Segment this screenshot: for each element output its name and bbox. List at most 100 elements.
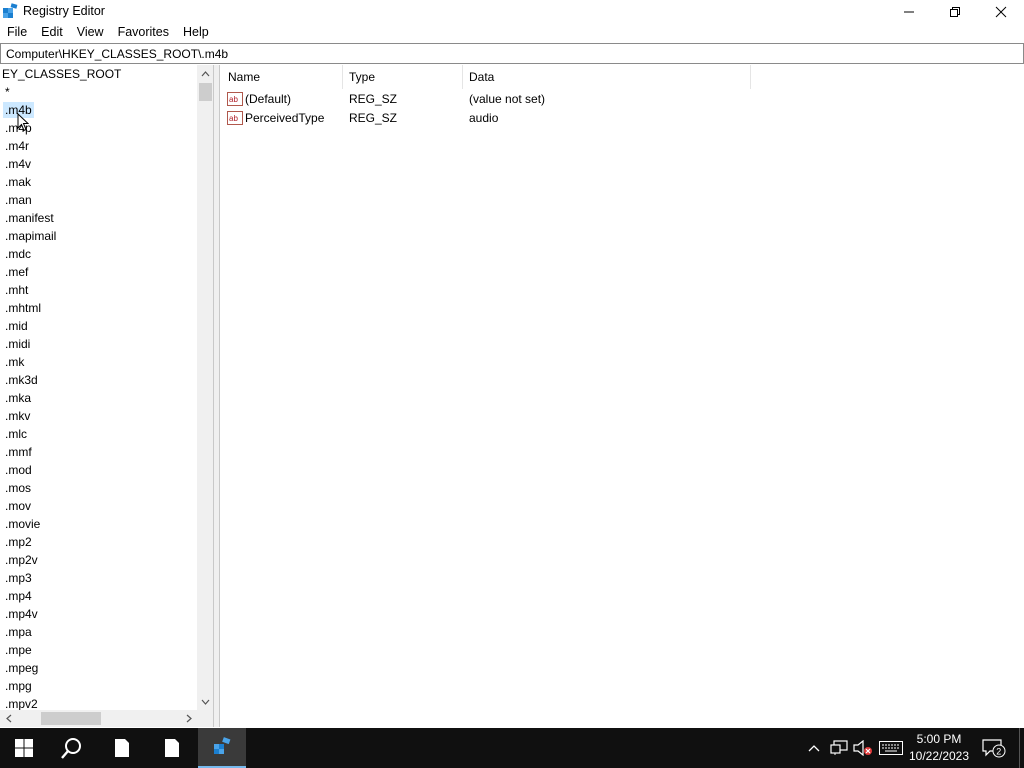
tree-key-label: .mpeg — [5, 661, 39, 675]
tree-key-item[interactable]: .mk3d — [3, 371, 40, 389]
tree-key-item[interactable]: .mp4v — [3, 605, 40, 623]
restore-button[interactable] — [932, 0, 978, 23]
tree-key-label: .mp2 — [5, 535, 32, 549]
tree-key-label: .mht — [5, 283, 29, 297]
svg-text:ab: ab — [229, 95, 238, 104]
column-header-data[interactable]: Data — [463, 65, 751, 89]
registry-editor-icon — [214, 737, 231, 754]
menu-edit[interactable]: Edit — [34, 23, 70, 42]
taskbar-registry-editor[interactable] — [198, 728, 246, 768]
scroll-right-button[interactable] — [180, 710, 197, 727]
scroll-up-button[interactable] — [197, 65, 213, 82]
values-pane[interactable]: Name Type Data ab (Default) REG_SZ (valu… — [219, 65, 1024, 727]
title-bar[interactable]: Registry Editor — [0, 0, 1024, 23]
tree-key-item[interactable]: * — [3, 83, 12, 101]
tree-key-label: .mos — [5, 481, 32, 495]
tree-key-label: .mpv2 — [5, 697, 38, 710]
notification-count: 2 — [996, 747, 1001, 757]
scroll-thumb-vertical[interactable] — [199, 83, 212, 101]
touch-keyboard-button[interactable] — [878, 728, 904, 768]
tree-key-item[interactable]: .mpv2 — [3, 695, 40, 710]
minimize-button[interactable] — [886, 0, 932, 23]
value-row[interactable]: ab PerceivedType REG_SZ audio — [220, 109, 1024, 128]
keyboard-icon — [879, 741, 903, 755]
tree-key-item[interactable]: .movie — [3, 515, 42, 533]
tree-key-item[interactable]: .mp3 — [3, 569, 34, 587]
tree-key-item[interactable]: .mef — [3, 263, 30, 281]
tree-key-label: .mp4v — [5, 607, 38, 621]
taskbar-file-app[interactable] — [98, 728, 146, 768]
tree-key-label: .mapimail — [5, 229, 57, 243]
tree-key-item[interactable]: .mkv — [3, 407, 32, 425]
tree-key-item[interactable]: .mpe — [3, 641, 34, 659]
tree-horizontal-scrollbar[interactable] — [0, 710, 197, 727]
window-title: Registry Editor — [23, 4, 105, 18]
tree-key-label: .mod — [5, 463, 32, 477]
tree-key-item[interactable]: .mhtml — [3, 299, 43, 317]
show-hidden-icons-button[interactable] — [804, 728, 824, 768]
address-bar[interactable]: Computer\HKEY_CLASSES_ROOT\.m4b — [0, 43, 1024, 64]
volume-tray-button[interactable] — [852, 728, 874, 768]
close-button[interactable] — [978, 0, 1024, 23]
tree-key-item[interactable]: .mpg — [3, 677, 34, 695]
scroll-down-button[interactable] — [197, 693, 213, 710]
tree-key-item[interactable]: .man — [3, 191, 34, 209]
chevron-right-icon — [186, 714, 192, 723]
menu-favorites[interactable]: Favorites — [111, 23, 176, 42]
tree-key-item[interactable]: .mod — [3, 461, 34, 479]
tree-key-item[interactable]: .mapimail — [3, 227, 58, 245]
taskbar-file-app[interactable] — [148, 728, 196, 768]
start-button[interactable] — [0, 728, 48, 768]
tree-key-item[interactable]: .mmf — [3, 443, 34, 461]
network-tray-button[interactable] — [828, 728, 850, 768]
search-button[interactable] — [48, 728, 96, 768]
value-row[interactable]: ab (Default) REG_SZ (value not set) — [220, 90, 1024, 109]
tree-key-item[interactable]: .mp4 — [3, 587, 34, 605]
tree-key-item[interactable]: .mp2 — [3, 533, 34, 551]
tree-key-item[interactable]: .mlc — [3, 425, 29, 443]
notification-icon: 2 — [982, 739, 1006, 758]
tree-key-item[interactable]: .m4r — [3, 137, 31, 155]
tree-vertical-scrollbar[interactable] — [197, 65, 213, 710]
key-tree[interactable]: EY_CLASSES_ROOT * .m4b .m4p .m4r .m4v .mak .ma… — [0, 65, 197, 710]
tree-key-item[interactable]: .midi — [3, 335, 32, 353]
string-value-icon: ab — [227, 111, 243, 125]
tree-key-item[interactable]: .mpa — [3, 623, 34, 641]
tree-key-item[interactable]: .mov — [3, 497, 33, 515]
menu-help[interactable]: Help — [176, 23, 216, 42]
value-data: audio — [469, 111, 499, 125]
taskbar-clock[interactable]: 5:00 PM 10/22/2023 — [906, 731, 972, 765]
menu-view[interactable]: View — [70, 23, 111, 42]
tree-key-label: .mmf — [5, 445, 32, 459]
tree-key-item[interactable]: .manifest — [3, 209, 56, 227]
menu-file[interactable]: File — [0, 23, 34, 42]
tree-key-item[interactable]: .mos — [3, 479, 33, 497]
show-desktop-button[interactable] — [1019, 728, 1024, 768]
value-type: REG_SZ — [349, 111, 398, 125]
tree-key-item[interactable]: .mid — [3, 317, 30, 335]
action-center-button[interactable]: 2 — [980, 728, 1008, 768]
document-icon — [165, 739, 179, 757]
tree-key-label: .mlc — [5, 427, 27, 441]
tree-key-item[interactable]: .mht — [3, 281, 30, 299]
tree-key-item[interactable]: .mka — [3, 389, 33, 407]
tree-key-item[interactable]: .mk — [3, 353, 26, 371]
tree-key-label: .mef — [5, 265, 29, 279]
tree-key-label: .mak — [5, 175, 32, 189]
column-header-name[interactable]: Name — [220, 65, 343, 89]
svg-text:ab: ab — [229, 114, 238, 123]
column-header-type[interactable]: Type — [343, 65, 463, 89]
clock-date: 10/22/2023 — [908, 749, 970, 763]
scroll-thumb-horizontal[interactable] — [41, 712, 101, 725]
tree-root-key[interactable]: EY_CLASSES_ROOT — [0, 65, 123, 83]
windows-logo-icon — [15, 739, 33, 757]
tree-key-item[interactable]: .mak — [3, 173, 33, 191]
tree-key-item[interactable]: .mp2v — [3, 551, 40, 569]
tree-key-item[interactable]: .mpeg — [3, 659, 40, 677]
tree-key-item[interactable]: .m4v — [3, 155, 33, 173]
restore-icon — [950, 6, 960, 17]
key-tree-pane[interactable]: EY_CLASSES_ROOT * .m4b .m4p .m4r .m4v .mak .ma… — [0, 65, 214, 727]
tree-key-label: .mhtml — [5, 301, 41, 315]
tree-key-item[interactable]: .mdc — [3, 245, 33, 263]
scroll-left-button[interactable] — [0, 710, 17, 727]
